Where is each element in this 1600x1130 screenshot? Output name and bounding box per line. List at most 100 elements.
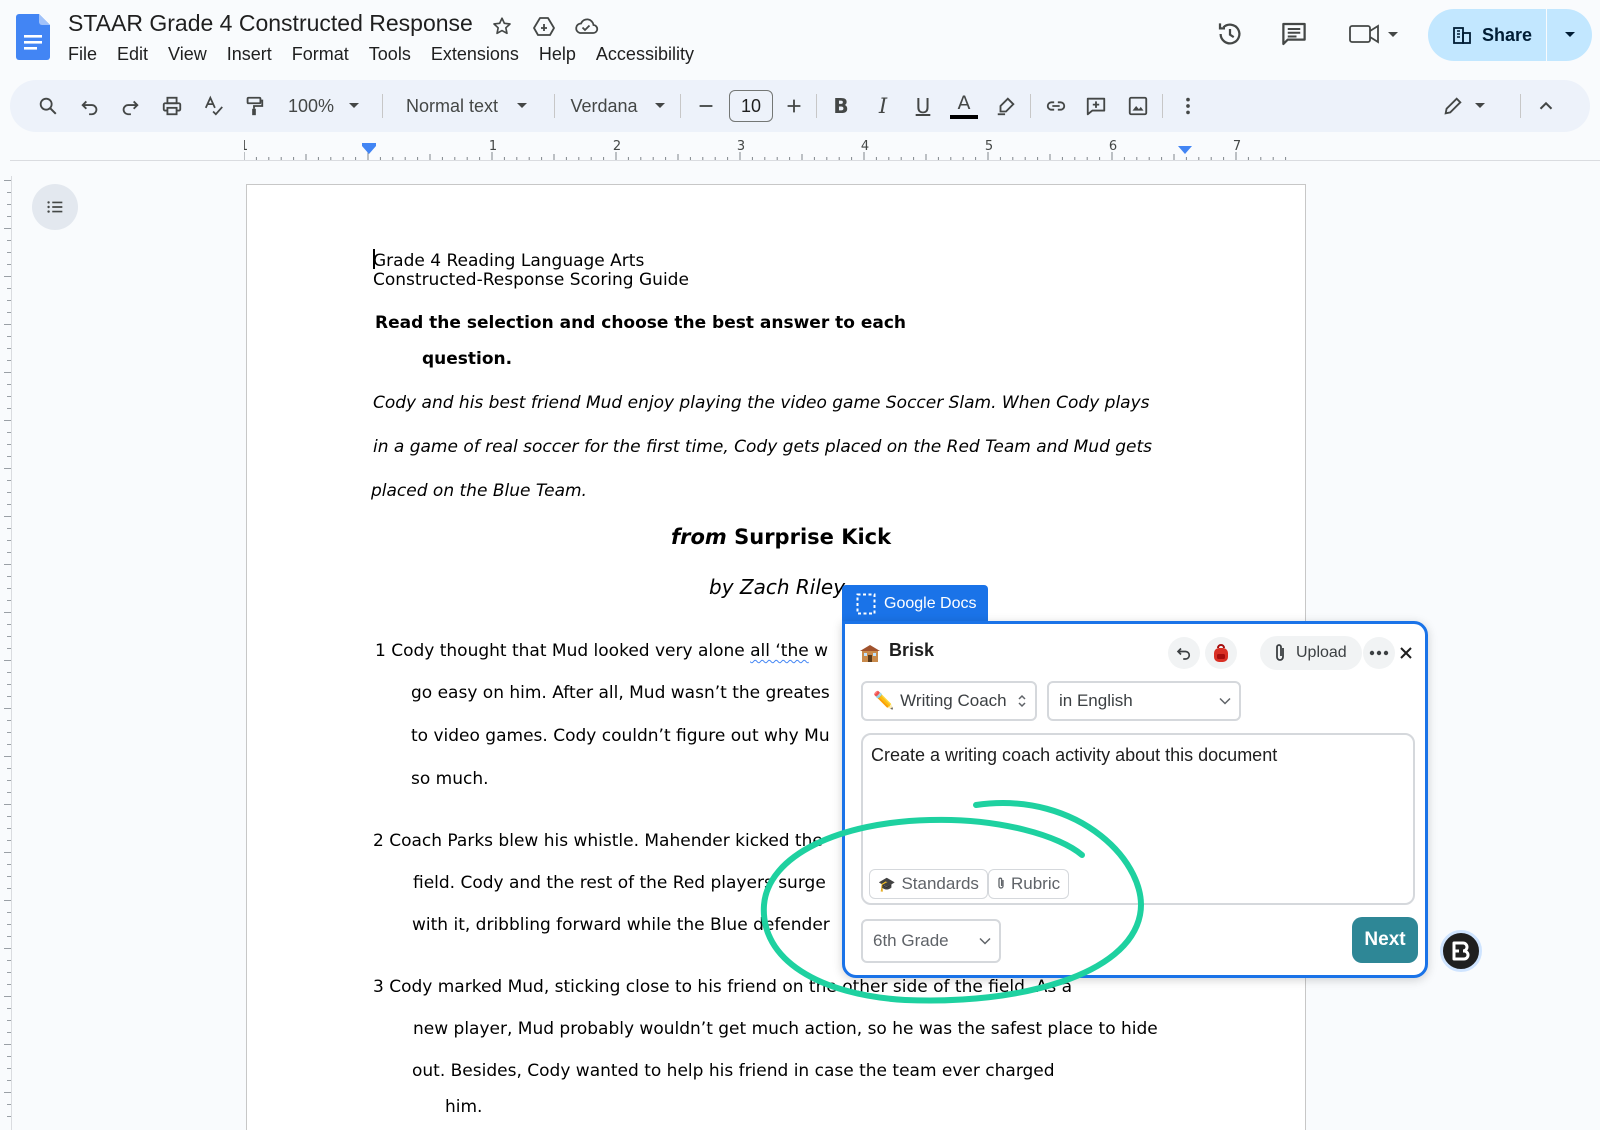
menu-help[interactable]: Help (529, 42, 586, 67)
paperclip-icon (998, 877, 1004, 889)
add-comment-icon[interactable] (1080, 80, 1112, 132)
left-indent-marker[interactable] (362, 146, 376, 154)
doc-paragraph-2-line-3: with it, dribbling forward while the Blu… (412, 915, 830, 935)
horizontal-ruler[interactable]: 1 1 2 3 4 5 6 7 (244, 140, 1304, 166)
rubric-chip[interactable]: Rubric (988, 869, 1070, 899)
share-dropdown-button[interactable] (1547, 9, 1592, 61)
doc-heading-line-2: Constructed-Response Scoring Guide (373, 270, 689, 290)
vertical-ruler-tick (7, 912, 11, 913)
more-options-icon[interactable] (1174, 80, 1202, 132)
italic-icon[interactable]: I (868, 80, 898, 132)
backpack-icon[interactable] (1205, 637, 1237, 669)
document-title[interactable]: STAAR Grade 4 Constructed Response (68, 10, 473, 37)
hide-menus-chevron-up-icon[interactable] (1530, 80, 1562, 132)
vertical-ruler-tick (4, 756, 11, 757)
vertical-ruler-tick (7, 384, 11, 385)
ruler-label: 1 (244, 140, 248, 154)
vertical-ruler-tick (7, 492, 11, 493)
redo-icon[interactable] (114, 80, 146, 132)
menu-tools[interactable]: Tools (359, 42, 421, 67)
menu-view[interactable]: View (158, 42, 217, 67)
star-icon[interactable] (488, 12, 516, 40)
doc-paragraph-1-line-1: 1 Cody thought that Mud looked very alon… (375, 641, 829, 661)
highlight-color-icon[interactable] (990, 80, 1022, 132)
ruler-label: 2 (613, 140, 621, 154)
undo-icon[interactable] (74, 80, 106, 132)
vertical-ruler-tick (7, 1008, 11, 1009)
more-options-icon[interactable] (1363, 637, 1395, 669)
print-icon[interactable] (156, 80, 188, 132)
editing-mode-select[interactable] (1434, 80, 1494, 132)
bold-icon[interactable]: B (826, 80, 856, 132)
undo-icon[interactable] (1168, 637, 1200, 669)
grade-select[interactable]: 6th Grade (861, 919, 1001, 963)
vertical-ruler-tick (7, 588, 11, 589)
increase-font-size-icon[interactable] (780, 80, 808, 132)
right-indent-marker[interactable] (1178, 146, 1192, 154)
vertical-ruler-tick (7, 312, 11, 313)
decrease-font-size-icon[interactable] (692, 80, 720, 132)
vertical-ruler-tick (7, 1056, 11, 1057)
upload-button[interactable]: Upload (1260, 636, 1362, 670)
font-size-input[interactable]: 10 (729, 90, 773, 122)
vertical-ruler-tick (4, 564, 11, 565)
vertical-ruler-tick (7, 360, 11, 361)
comments-icon[interactable] (1274, 14, 1314, 54)
paint-format-icon[interactable] (238, 80, 270, 132)
vertical-ruler-tick (7, 600, 11, 601)
prompt-textarea[interactable]: Create a writing coach activity about th… (861, 733, 1415, 905)
vertical-ruler-tick (7, 768, 11, 769)
doc-intro-line-3: placed on the Blue Team. (371, 481, 587, 501)
close-icon[interactable] (1393, 640, 1419, 666)
meet-video-icon[interactable] (1346, 14, 1402, 54)
vertical-ruler-tick (4, 324, 11, 325)
standards-chip[interactable]: 🎓 Standards (869, 869, 988, 899)
next-button[interactable]: Next (1352, 917, 1418, 963)
language-select[interactable]: in English (1047, 681, 1241, 721)
vertical-ruler-tick (7, 1068, 11, 1069)
brisk-launcher-button[interactable] (1440, 930, 1482, 972)
font-family-select[interactable]: Verdana (566, 80, 670, 132)
share-button[interactable]: Share (1428, 9, 1546, 61)
tool-select-value: Writing Coach (900, 691, 1007, 710)
cloud-saved-icon[interactable] (572, 12, 600, 40)
vertical-ruler[interactable] (0, 176, 12, 1130)
text-color-icon[interactable]: A (948, 80, 980, 132)
vertical-ruler-tick (4, 948, 11, 949)
vertical-ruler-tick (4, 276, 11, 277)
menu-insert[interactable]: Insert (217, 42, 282, 67)
doc-paragraph-1-line-4: so much. (411, 769, 489, 789)
document-outline-button[interactable] (32, 184, 78, 230)
doc-paragraph-3-line-3: out. Besides, Cody wanted to help his fr… (412, 1061, 1055, 1081)
insert-link-icon[interactable] (1040, 80, 1072, 132)
vertical-ruler-tick (7, 396, 11, 397)
menu-file[interactable]: File (58, 42, 107, 67)
language-select-value: in English (1059, 691, 1133, 710)
doc-intro-line-1: Cody and his best friend Mud enjoy playi… (373, 393, 1150, 413)
zoom-select[interactable]: 100% (280, 80, 368, 132)
first-line-indent-marker[interactable] (362, 143, 376, 146)
search-menus-icon[interactable] (32, 80, 64, 132)
vertical-ruler-tick (4, 228, 11, 229)
doc-instruction-line-1: Read the selection and choose the best a… (375, 313, 907, 333)
menu-extensions[interactable]: Extensions (421, 42, 529, 67)
version-history-icon[interactable] (1210, 14, 1250, 54)
spellcheck-icon[interactable] (198, 80, 230, 132)
vertical-ruler-tick (7, 576, 11, 577)
menu-accessibility[interactable]: Accessibility (586, 42, 704, 67)
paragraph-style-select[interactable]: Normal text (392, 80, 542, 132)
spelling-squiggle[interactable]: all ‘the (750, 641, 809, 661)
vertical-ruler-tick (7, 960, 11, 961)
paperclip-icon (1276, 644, 1284, 661)
rubric-label: Rubric (1011, 874, 1061, 893)
google-docs-logo-icon[interactable] (16, 14, 50, 60)
vertical-ruler-tick (7, 444, 11, 445)
vertical-ruler-tick (7, 816, 11, 817)
underline-icon[interactable]: U (908, 80, 938, 132)
menu-edit[interactable]: Edit (107, 42, 158, 67)
tool-select[interactable]: ✏️ Writing Coach (861, 681, 1037, 721)
menu-format[interactable]: Format (282, 42, 359, 67)
pencil-emoji-icon: ✏️ (873, 691, 895, 710)
insert-image-icon[interactable] (1122, 80, 1154, 132)
move-to-drive-icon[interactable] (530, 12, 558, 40)
